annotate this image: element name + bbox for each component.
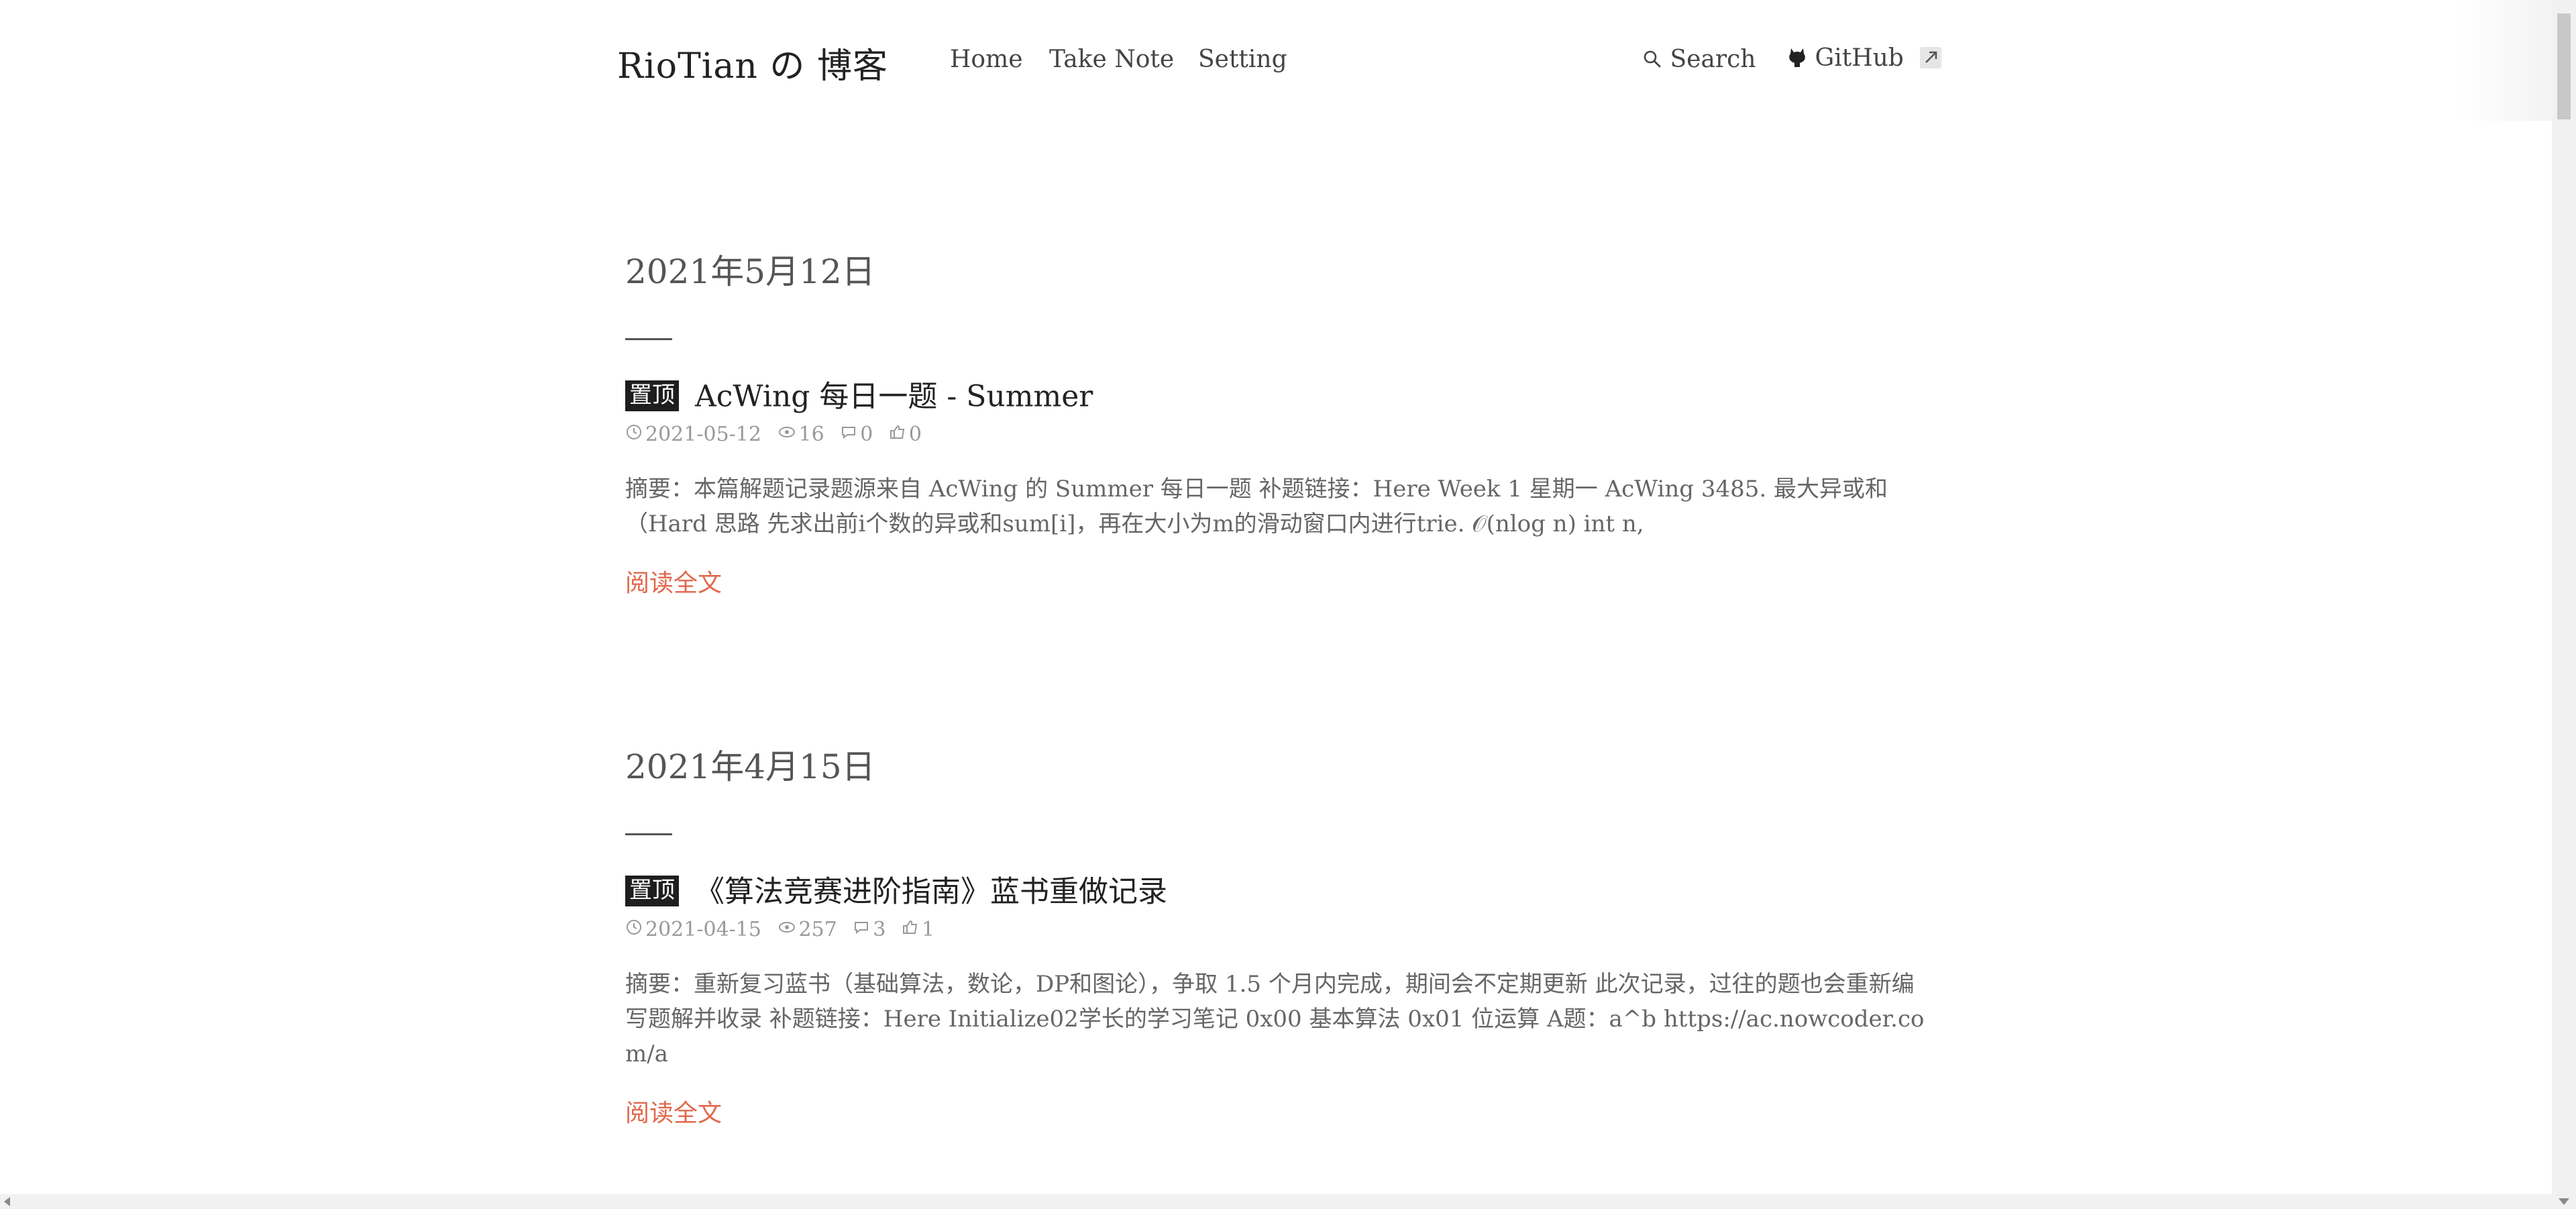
thumbs-up-icon bbox=[889, 420, 906, 450]
post-item: 2021年5月12日 置顶 AcWing 每日一题 - Summer 2021-… bbox=[625, 247, 1927, 600]
post-likes: 1 bbox=[921, 918, 935, 941]
search-link[interactable]: Search bbox=[1642, 46, 1756, 75]
site-brand[interactable]: RioTian の 博客 bbox=[617, 38, 888, 88]
post-title[interactable]: AcWing 每日一题 - Summer bbox=[695, 380, 1093, 414]
post-title-link[interactable]: 置顶 《算法竞赛进阶指南》蓝书重做记录 bbox=[625, 869, 1927, 912]
eye-icon bbox=[777, 915, 796, 945]
post-date-heading: 2021年5月12日 bbox=[625, 252, 875, 291]
comment-icon bbox=[840, 420, 857, 450]
thumbs-up-icon bbox=[902, 915, 919, 945]
nav-take-note[interactable]: Take Note bbox=[1049, 46, 1174, 73]
post-item: 2021年4月15日 置顶 《算法竞赛进阶指南》蓝书重做记录 2021-04-1… bbox=[625, 742, 1927, 1131]
github-label: GitHub bbox=[1815, 44, 1904, 72]
read-more-link[interactable]: 阅读全文 bbox=[625, 567, 722, 600]
eye-icon bbox=[777, 420, 796, 450]
vertical-scrollbar[interactable] bbox=[2552, 0, 2576, 1209]
date-divider bbox=[625, 338, 672, 340]
vertical-scrollbar-thumb[interactable] bbox=[2557, 13, 2571, 119]
search-label: Search bbox=[1670, 46, 1756, 73]
post-likes: 0 bbox=[908, 423, 922, 446]
scroll-left-arrow-icon[interactable] bbox=[4, 1197, 10, 1206]
post-meta: 2021-04-15 257 3 1 bbox=[625, 914, 1927, 944]
scroll-down-arrow-icon[interactable] bbox=[2559, 1198, 2569, 1205]
horizontal-scrollbar[interactable] bbox=[0, 1194, 2552, 1209]
nav-home[interactable]: Home bbox=[950, 46, 1023, 73]
post-date: 2021-05-12 bbox=[645, 423, 761, 446]
nav-setting[interactable]: Setting bbox=[1198, 46, 1287, 73]
site-header: RioTian の 博客 Home Take Note Setting Sear… bbox=[0, 0, 2552, 121]
post-summary: 摘要：重新复习蓝书（基础算法，数论，DP和图论），争取 1.5 个月内完成，期间… bbox=[625, 971, 1925, 1067]
github-icon bbox=[1787, 46, 1807, 74]
post-views: 16 bbox=[798, 423, 824, 446]
search-icon bbox=[1642, 48, 1662, 75]
post-date-heading: 2021年4月15日 bbox=[625, 747, 875, 786]
blog-page: RioTian の 博客 Home Take Note Setting Sear… bbox=[0, 0, 2576, 1209]
read-more-link[interactable]: 阅读全文 bbox=[625, 1097, 722, 1131]
pinned-badge: 置顶 bbox=[625, 875, 679, 906]
header-edge-shade bbox=[2458, 0, 2552, 121]
github-link[interactable]: GitHub bbox=[1787, 44, 1904, 74]
post-title-link[interactable]: 置顶 AcWing 每日一题 - Summer bbox=[625, 374, 1927, 417]
post-comments: 3 bbox=[873, 918, 886, 941]
pinned-badge: 置顶 bbox=[625, 380, 679, 411]
post-date: 2021-04-15 bbox=[645, 918, 761, 941]
external-link-icon[interactable] bbox=[1920, 47, 1941, 68]
date-divider bbox=[625, 833, 672, 835]
post-meta: 2021-05-12 16 0 0 bbox=[625, 419, 1927, 449]
clock-icon bbox=[625, 915, 643, 945]
post-summary: 摘要：本篇解题记录题源来自 AcWing 的 Summer 每日一题 补题链接：… bbox=[625, 476, 1888, 537]
clock-icon bbox=[625, 420, 643, 450]
comment-icon bbox=[853, 915, 870, 945]
post-comments: 0 bbox=[860, 423, 873, 446]
post-title[interactable]: 《算法竞赛进阶指南》蓝书重做记录 bbox=[695, 875, 1167, 909]
post-views: 257 bbox=[798, 918, 837, 941]
